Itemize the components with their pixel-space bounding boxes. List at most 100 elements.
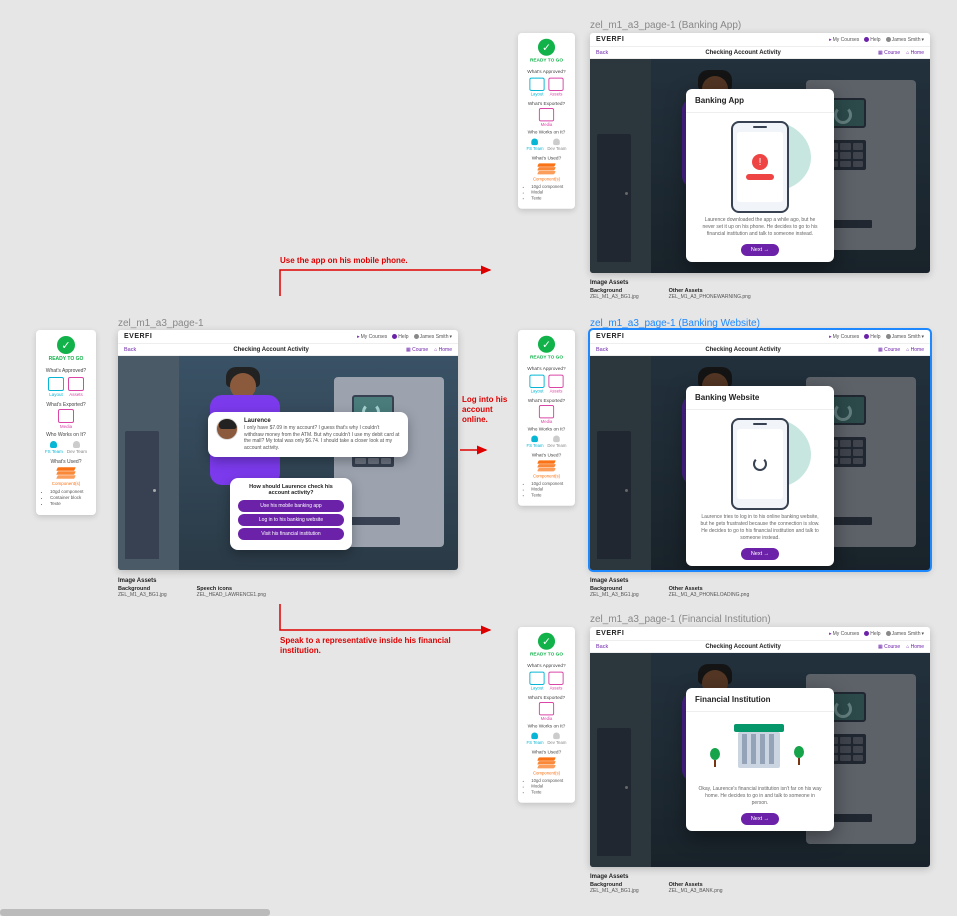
character-name: Laurence	[244, 418, 400, 424]
layout-label: Layout	[531, 92, 544, 97]
user-menu[interactable]: James Smith▾	[414, 334, 452, 340]
layout-label: Layout	[531, 686, 544, 691]
fsteam-icon	[532, 732, 539, 739]
arrow-label-web: Log into his account online.	[462, 395, 512, 425]
my-courses-link[interactable]: ▸My Courses	[829, 631, 859, 637]
brand-logo: EVERFI	[596, 630, 624, 637]
brand-logo: EVERFI	[596, 36, 624, 43]
home-link[interactable]: ⌂ Home	[434, 347, 452, 353]
devteam-icon	[73, 441, 80, 448]
prompt-card: How should Laurence check his account ac…	[230, 478, 352, 550]
modal-desc: Laurence downloaded the app a while ago,…	[698, 217, 822, 238]
check-icon: ✓	[57, 336, 75, 354]
home-link[interactable]: ⌂ Home	[906, 644, 924, 650]
fsteam-icon	[532, 138, 539, 145]
slide-web[interactable]: EVERFI▸My CoursesHelpJames Smith▾ BackCh…	[590, 330, 930, 570]
back-link[interactable]: Back	[596, 347, 608, 353]
devteam-label: Dev Team	[67, 449, 87, 454]
option-website[interactable]: Log in to his banking website	[238, 514, 344, 526]
check-icon: ✓	[538, 39, 555, 56]
fsteam-icon	[532, 435, 539, 442]
course-link[interactable]: ▦ Course	[878, 644, 900, 650]
used-list: 10gd componentModalTexte	[522, 777, 571, 795]
phone-illustration	[731, 418, 789, 510]
assets-icon	[548, 375, 563, 388]
my-courses-link[interactable]: ▸My Courses	[829, 334, 859, 340]
course-link[interactable]: ▦ Course	[878, 347, 900, 353]
stack-icon	[538, 756, 555, 770]
loading-icon	[753, 457, 767, 471]
back-link[interactable]: Back	[596, 50, 608, 56]
slide-main[interactable]: EVERFI ▸My Courses Help James Smith▾ Bac…	[118, 330, 458, 570]
home-link[interactable]: ⌂ Home	[906, 347, 924, 353]
components-label: Component(s)	[52, 481, 81, 486]
node-title-main: zel_m1_a3_page-1	[118, 318, 204, 329]
exported-label: What's Exported?	[528, 101, 565, 107]
back-link[interactable]: Back	[596, 644, 608, 650]
user-menu[interactable]: James Smith▾	[886, 334, 924, 340]
exported-label: What's Exported?	[46, 402, 85, 408]
devteam-icon	[554, 732, 561, 739]
media-label: Media	[60, 424, 72, 429]
next-button[interactable]: Next →	[741, 548, 779, 560]
option-app[interactable]: Use his mobile banking app	[238, 500, 344, 512]
help-link[interactable]: Help	[864, 631, 880, 637]
devteam-label: Dev Team	[547, 443, 566, 448]
used-label: What's Used?	[51, 459, 82, 465]
components-label: Component(s)	[533, 176, 560, 181]
home-link[interactable]: ⌂ Home	[906, 50, 924, 56]
check-icon: ✓	[538, 633, 555, 650]
used-label: What's Used?	[532, 156, 561, 162]
assets-label: Assets	[550, 686, 563, 691]
error-icon: !	[752, 154, 768, 170]
modal-desc: Okay, Laurence's financial institution i…	[698, 786, 822, 807]
assets-main: Image Assets BackgroundZEL_M1_A3_BG1.jpg…	[118, 578, 266, 598]
my-courses-link[interactable]: ▸My Courses	[829, 37, 859, 43]
slide-fin[interactable]: EVERFI▸My CoursesHelpJames Smith▾ BackCh…	[590, 627, 930, 867]
media-icon	[539, 108, 554, 121]
assets-label: Assets	[550, 389, 563, 394]
media-label: Media	[541, 716, 553, 721]
next-button[interactable]: Next →	[741, 813, 779, 825]
works-label: Who Works on It?	[528, 427, 566, 433]
approved-label: What's Approved?	[527, 663, 565, 669]
help-link[interactable]: Help	[392, 334, 408, 340]
modal-desc: Laurence tries to log in to his online b…	[698, 514, 822, 542]
prompt-question: How should Laurence check his account ac…	[238, 484, 344, 496]
layout-icon	[48, 377, 64, 391]
fsteam-label: FS Team	[526, 740, 543, 745]
horizontal-scrollbar[interactable]	[0, 909, 270, 916]
ready-label: READY TO GO	[530, 58, 563, 64]
modal-title: Banking App	[686, 89, 834, 113]
exported-label: What's Exported?	[528, 398, 565, 404]
help-link[interactable]: Help	[864, 37, 880, 43]
ready-label: READY TO GO	[49, 356, 84, 362]
lesson-title: Checking Account Activity	[705, 347, 781, 353]
modal-fin: Financial Institution Okay, Laurence's f…	[686, 688, 834, 831]
stack-icon	[57, 466, 75, 481]
course-link[interactable]: ▦ Course	[406, 347, 428, 353]
media-icon	[539, 405, 554, 418]
assets-label: Assets	[69, 392, 83, 397]
slide-app[interactable]: EVERFI▸My CoursesHelpJames Smith▾ BackCh…	[590, 33, 930, 273]
character-text: I only have $7.09 in my account? I guess…	[244, 425, 400, 451]
check-icon: ✓	[538, 336, 555, 353]
user-menu[interactable]: James Smith▾	[886, 631, 924, 637]
stack-icon	[538, 162, 555, 176]
option-visit[interactable]: Visit his financial institution	[238, 528, 344, 540]
help-link[interactable]: Help	[864, 334, 880, 340]
course-link[interactable]: ▦ Course	[878, 50, 900, 56]
my-courses-link[interactable]: ▸My Courses	[357, 334, 387, 340]
next-button[interactable]: Next →	[741, 244, 779, 256]
user-menu[interactable]: James Smith▾	[886, 37, 924, 43]
assets-icon	[68, 377, 84, 391]
layout-icon	[529, 672, 544, 685]
used-label: What's Used?	[532, 453, 561, 459]
components-label: Component(s)	[533, 473, 560, 478]
phone-illustration: !	[731, 121, 789, 213]
back-link[interactable]: Back	[124, 347, 136, 353]
assets-web: Image Assets BackgroundZEL_M1_A3_BG1.jpg…	[590, 578, 749, 598]
avatar-icon	[414, 334, 419, 339]
used-list: 10gd componentModalTexte	[522, 183, 571, 201]
ready-label: READY TO GO	[530, 652, 563, 658]
